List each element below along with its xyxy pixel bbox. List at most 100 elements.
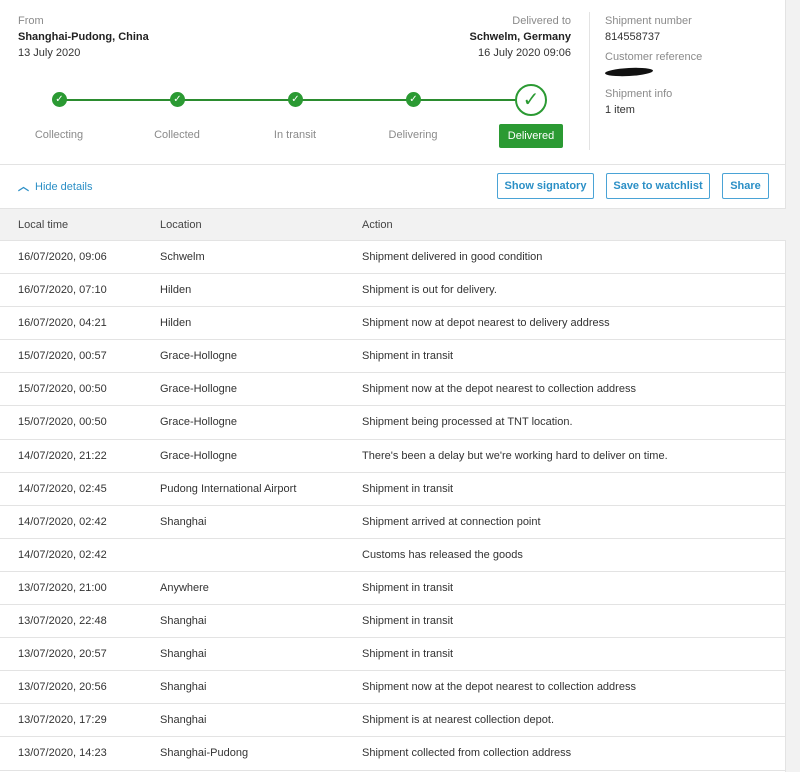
time-cell: 13/07/2020, 21:00 <box>18 581 107 594</box>
table-row: 15/07/2020, 00:57 Grace-Hollogne Shipment … <box>0 340 786 374</box>
tracking-events-table: 16/07/2020, 09:06 Schwelm Shipment deliver… <box>0 241 786 771</box>
hide-details-label: Hide details <box>35 181 93 193</box>
time-cell: 14/07/2020, 02:45 <box>18 482 107 495</box>
redacted-reference <box>604 66 654 78</box>
location-cell: Grace-Hollogne <box>160 449 238 462</box>
time-cell: 16/07/2020, 04:21 <box>18 317 107 330</box>
time-cell: 16/07/2020, 07:10 <box>18 284 107 297</box>
table-row: 14/07/2020, 02:42 Shanghai Shipment arrive… <box>0 506 786 539</box>
step-label-delivering: Delivering <box>388 129 438 141</box>
step-label-collected: Collected <box>154 129 200 141</box>
location-cell: Grace-Hollogne <box>160 383 238 396</box>
table-row: 14/07/2020, 02:45 Pudong International Ai… <box>0 473 786 506</box>
table-row: 15/07/2020, 00:50 Grace-Hollogne Shipment … <box>0 373 786 407</box>
save-to-watchlist-button[interactable]: Save to watchlist <box>606 173 710 199</box>
hide-details-link[interactable]: ︿ Hide details <box>18 178 92 194</box>
action-cell: Shipment collected from collection addre… <box>362 747 572 760</box>
to-label: Delivered to <box>512 15 571 27</box>
action-cell: Shipment in transit <box>362 648 454 661</box>
location-cell: Schwelm <box>160 251 205 263</box>
location-cell: Anywhere <box>160 581 209 594</box>
step-delivered-check-icon: ✓ <box>515 84 547 116</box>
step-label-delivered: Delivered <box>499 124 563 148</box>
section-divider <box>0 164 786 165</box>
destination-block: Delivered to Schwelm, Germany 16 July 20… <box>470 13 572 61</box>
action-cell: Shipment arrived at connection point <box>362 515 541 528</box>
time-cell: 13/07/2020, 17:29 <box>18 714 107 727</box>
table-row: 13/07/2020, 21:00 Anywhere Shipment in tra… <box>0 572 786 606</box>
time-cell: 13/07/2020, 20:56 <box>18 681 107 694</box>
table-row: 14/07/2020, 21:22 Grace-Hollogne There's b… <box>0 440 786 473</box>
table-row: 15/07/2020, 00:50 Grace-Hollogne Shipment … <box>0 406 786 440</box>
from-label: From <box>18 15 44 27</box>
action-cell: Shipment in transit <box>362 581 454 594</box>
step-collected-check-icon: ✓ <box>170 92 185 107</box>
action-cell: Shipment now at the depot nearest to col… <box>362 681 636 694</box>
time-cell: 16/07/2020, 09:06 <box>18 251 107 263</box>
time-cell: 13/07/2020, 14:23 <box>18 747 107 760</box>
action-cell: There's been a delay but we're working h… <box>362 449 668 462</box>
to-city: Schwelm, Germany <box>469 31 572 43</box>
column-header-location: Location <box>160 219 202 231</box>
column-header-local-time: Local time <box>18 219 69 231</box>
location-cell: Shanghai <box>160 615 207 628</box>
table-row: 13/07/2020, 22:48 Shanghai Shipment in tra… <box>0 605 786 639</box>
time-cell: 15/07/2020, 00:50 <box>18 383 107 396</box>
time-cell: 15/07/2020, 00:57 <box>18 350 107 363</box>
action-cell: Shipment being processed at TNT location… <box>362 416 573 429</box>
location-cell: Shanghai <box>160 648 207 661</box>
location-cell: Shanghai <box>160 681 207 694</box>
time-cell: 13/07/2020, 20:57 <box>18 648 107 661</box>
time-cell: 13/07/2020, 22:48 <box>18 615 107 628</box>
table-row: 13/07/2020, 20:57 Shanghai Shipment in tra… <box>0 638 786 672</box>
location-cell: Shanghai-Pudong <box>160 747 249 760</box>
step-delivering-check-icon: ✓ <box>406 92 421 107</box>
action-cell: Shipment in transit <box>362 615 454 628</box>
time-cell: 15/07/2020, 00:50 <box>18 416 107 429</box>
column-header-action: Action <box>362 219 393 231</box>
action-cell: Shipment is at nearest collection depot. <box>362 714 555 727</box>
from-date: 13 July 2020 <box>18 47 81 59</box>
table-row: 16/07/2020, 09:06 Schwelm Shipment deliver… <box>0 241 786 275</box>
action-cell: Shipment in transit <box>362 482 454 495</box>
table-row: 16/07/2020, 07:10 Hilden Shipment is out f… <box>0 274 786 308</box>
shipment-info-value: 1 item <box>605 104 635 116</box>
time-cell: 14/07/2020, 21:22 <box>18 449 107 462</box>
step-label-in-transit: In transit <box>273 129 317 141</box>
location-cell: Pudong International Airport <box>160 482 297 495</box>
location-cell: Hilden <box>160 284 192 297</box>
table-row: 13/07/2020, 17:29 Shanghai Shipment is at … <box>0 704 786 738</box>
action-cell: Shipment in transit <box>362 350 454 363</box>
location-cell: Hilden <box>160 317 192 330</box>
share-button[interactable]: Share <box>722 173 769 199</box>
time-cell: 14/07/2020, 02:42 <box>18 515 107 528</box>
table-header: Local time Location Action <box>0 208 786 241</box>
step-label-collecting: Collecting <box>34 129 84 141</box>
show-signatory-button[interactable]: Show signatory <box>497 173 594 199</box>
origin-block: From Shanghai-Pudong, China 13 July 2020 <box>18 13 149 61</box>
table-row: 16/07/2020, 04:21 Hilden Shipment now at d… <box>0 307 786 341</box>
action-cell: Shipment now at depot nearest to deliver… <box>362 317 610 330</box>
step-collecting-check-icon: ✓ <box>52 92 67 107</box>
time-cell: 14/07/2020, 02:42 <box>18 548 107 561</box>
location-cell: Shanghai <box>160 714 207 727</box>
step-in-transit-check-icon: ✓ <box>288 92 303 107</box>
shipment-info-label: Shipment info <box>605 88 673 100</box>
header-divider <box>589 12 590 150</box>
action-cell: Shipment delivered in good condition <box>362 251 543 263</box>
shipment-number-value: 814558737 <box>605 31 661 43</box>
table-row: 13/07/2020, 14:23 Shanghai-Pudong Shipment… <box>0 737 786 771</box>
customer-reference-label: Customer reference <box>605 51 703 63</box>
shipment-number-label: Shipment number <box>605 15 692 27</box>
shipment-card: From Shanghai-Pudong, China 13 July 2020… <box>0 0 786 772</box>
table-row: 14/07/2020, 02:42 Customs has released th… <box>0 539 786 572</box>
chevron-up-icon: ︿ <box>18 181 29 193</box>
action-cell: Shipment is out for delivery. <box>362 284 497 297</box>
from-city: Shanghai-Pudong, China <box>18 31 149 43</box>
table-row: 13/07/2020, 20:56 Shanghai Shipment now at… <box>0 671 786 705</box>
to-date: 16 July 2020 09:06 <box>478 47 571 59</box>
shipment-info-panel: Shipment number 814558737 Customer refer… <box>604 13 703 118</box>
location-cell: Shanghai <box>160 515 207 528</box>
action-cell: Shipment now at the depot nearest to col… <box>362 383 636 396</box>
location-cell: Grace-Hollogne <box>160 416 238 429</box>
